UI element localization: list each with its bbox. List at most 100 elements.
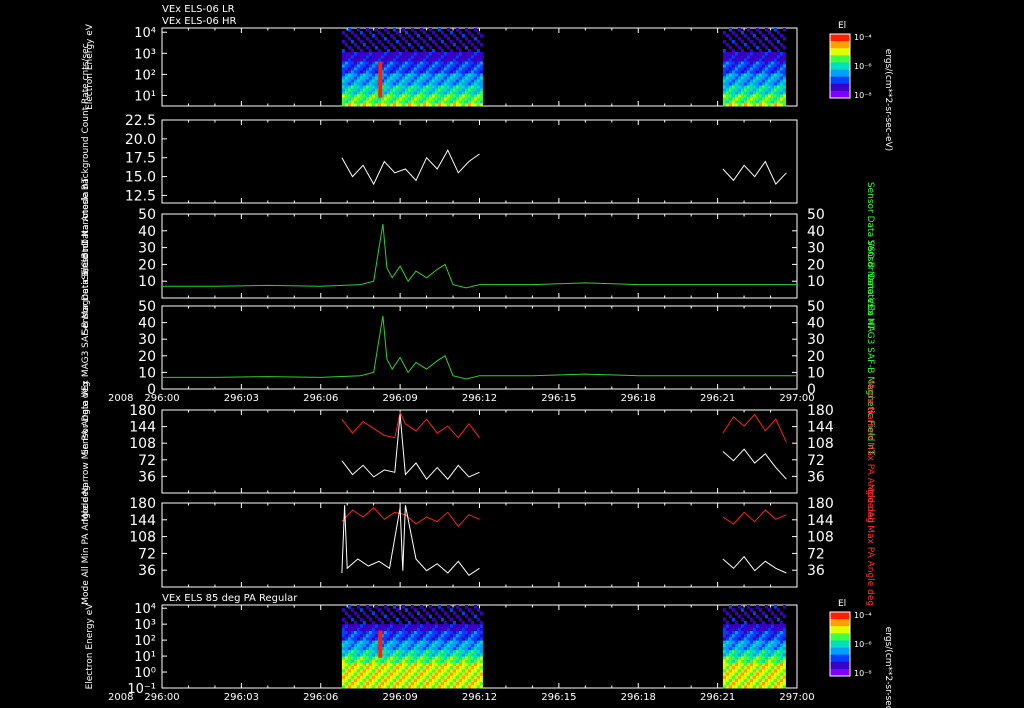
spectrogram-cell xyxy=(398,97,402,101)
spectrogram-cell xyxy=(779,64,783,68)
spectrogram-cell xyxy=(425,633,429,638)
spectrogram-cell xyxy=(782,82,786,86)
spectrogram-cell xyxy=(731,633,735,638)
spectrogram-cell xyxy=(464,64,468,68)
spectrogram-cell xyxy=(743,668,747,673)
spectrogram-cell xyxy=(467,633,471,638)
spectrogram-cell xyxy=(386,617,390,622)
spectrogram-cell xyxy=(422,103,426,107)
spectrogram-cell xyxy=(341,659,345,663)
spectrogram-cell xyxy=(443,58,447,62)
spectrogram-cell xyxy=(776,675,780,679)
spectrogram-cell xyxy=(755,646,759,651)
spectrogram-cell xyxy=(449,52,453,56)
spectrogram-cell xyxy=(455,58,459,62)
spectrogram-cell xyxy=(440,684,444,689)
spectrogram-cell xyxy=(470,668,474,673)
spectrogram-cell xyxy=(350,662,354,667)
spectrogram-cell xyxy=(728,672,732,676)
spectrogram-cell xyxy=(365,630,369,635)
spectrogram-cell xyxy=(401,70,405,74)
spectrogram-cell xyxy=(419,28,423,32)
spectrogram-cell xyxy=(350,627,354,632)
spectrogram-cell xyxy=(431,665,435,670)
spectrogram-cell xyxy=(434,620,438,625)
spectrogram-cell xyxy=(455,662,459,667)
spectrogram-cell xyxy=(407,58,411,62)
spectrogram-cell xyxy=(776,85,780,89)
spectrogram-cell xyxy=(758,76,762,80)
spectrogram-cell xyxy=(767,94,771,98)
spectrogram-cell xyxy=(401,624,405,628)
spectrogram-cell xyxy=(386,659,390,663)
spectrogram-cell xyxy=(374,88,378,92)
spectrogram-cell xyxy=(734,646,738,651)
spectrogram-cell xyxy=(353,649,357,654)
spectrogram-cell xyxy=(416,668,420,673)
spectrogram-cell xyxy=(359,649,363,654)
spectrogram-cell xyxy=(449,652,453,657)
spectrogram-cell xyxy=(464,58,468,62)
spectrogram-cell xyxy=(392,46,396,50)
spectrogram-cell xyxy=(341,79,345,83)
spectrogram-cell xyxy=(473,630,477,635)
spectrogram-cell xyxy=(476,617,480,622)
spectrogram-cell xyxy=(470,88,474,92)
spectrogram-cell xyxy=(383,103,387,107)
spectrogram-cell xyxy=(428,94,432,98)
spectrogram-cell xyxy=(737,82,741,86)
spectrogram-cell xyxy=(413,82,417,86)
spectrogram-cell xyxy=(395,627,399,632)
spectrogram-cell xyxy=(437,659,441,663)
spectrogram-cell xyxy=(446,64,450,68)
ytick-label-right-bmag_mag3: 10 xyxy=(807,365,825,381)
spectrogram-cell xyxy=(770,94,774,98)
spectrogram-cell xyxy=(464,79,468,83)
spectrogram-cell xyxy=(389,85,393,89)
spectrogram-cell xyxy=(368,58,372,62)
spectrogram-cell xyxy=(350,643,354,647)
spectrogram-cell xyxy=(398,52,402,56)
spectrogram-cell xyxy=(734,58,738,62)
spectrogram-cell xyxy=(737,649,741,654)
spectrogram-cell xyxy=(434,82,438,86)
spectrogram-cell xyxy=(341,617,345,622)
spectrogram-cell xyxy=(479,668,483,673)
spectrogram-cell xyxy=(743,611,747,616)
spectrogram-cell xyxy=(449,103,453,107)
spectrogram-cell xyxy=(743,73,747,77)
spectrogram-cell xyxy=(755,97,759,101)
spectrogram-cell xyxy=(467,678,471,683)
ytick-label-bmag_vso: 10 xyxy=(138,274,156,290)
spectrogram-cell xyxy=(344,43,348,47)
spectrogram-cell xyxy=(392,85,396,89)
spectrogram-cell xyxy=(743,659,747,663)
spectrogram-cell xyxy=(761,643,765,647)
spectrogram-cell xyxy=(731,684,735,689)
spectrogram-cell xyxy=(461,103,465,107)
spectrogram-cell xyxy=(731,76,735,80)
spectrogram-cell xyxy=(461,52,465,56)
colorbar-band xyxy=(830,69,850,78)
spectrogram-cell xyxy=(734,659,738,663)
spectrogram-cell xyxy=(773,55,777,59)
spectrogram-cell xyxy=(368,643,372,647)
spectrogram-cell xyxy=(392,672,396,676)
spectrogram-cell xyxy=(452,67,456,71)
spectrogram-cell xyxy=(473,656,477,660)
spectrogram-cell xyxy=(410,678,414,683)
spectrogram-cell xyxy=(755,675,759,679)
spectrogram-cell xyxy=(449,684,453,689)
spectrogram-cell xyxy=(377,617,381,622)
spectrogram-cell xyxy=(413,103,417,107)
spectrogram-cell xyxy=(380,43,384,47)
spectrogram-cell xyxy=(731,646,735,651)
spectrogram-cell xyxy=(401,656,405,660)
spectrogram-cell xyxy=(344,94,348,98)
spectrogram-cell xyxy=(452,672,456,676)
spectrogram-cell xyxy=(425,64,429,68)
spectrogram-cell xyxy=(476,672,480,676)
colorbar-tick-label: 10⁻⁸ xyxy=(854,669,872,678)
spectrogram-cell xyxy=(449,643,453,647)
spectrogram-cell xyxy=(425,627,429,632)
